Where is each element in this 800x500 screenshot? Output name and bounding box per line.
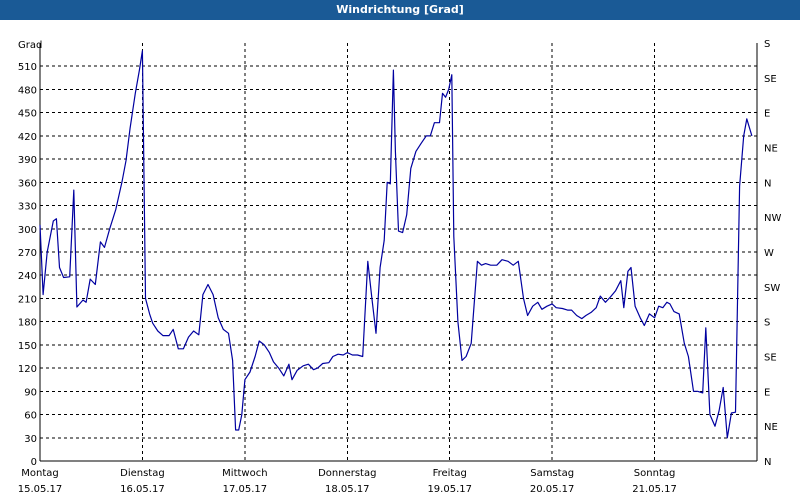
compass-tick-label: NW: [764, 213, 781, 224]
y-tick-label: 0: [31, 457, 37, 468]
y-tick-label: 360: [18, 178, 37, 189]
plot-background: [0, 20, 800, 500]
x-tick-day: Sonntag: [634, 468, 676, 479]
y-tick-label: 180: [18, 318, 37, 329]
compass-tick-label: NE: [764, 144, 778, 155]
y-axis-unit-label: Grad: [18, 40, 42, 51]
x-tick-date: 20.05.17: [530, 484, 575, 495]
compass-tick-label: S: [764, 39, 770, 50]
compass-tick-label: SE: [764, 74, 777, 85]
y-tick-label: 480: [18, 85, 37, 96]
y-tick-label: 300: [18, 225, 37, 236]
wind-direction-chart: 0 30 60 90 120 150 180 210 240 270 300 330 360 390 420…: [0, 20, 800, 500]
y-tick-label: 120: [18, 364, 37, 375]
x-tick-date: 18.05.17: [325, 484, 370, 495]
x-tick-day: Dienstag: [120, 468, 165, 479]
compass-tick-label: E: [764, 387, 770, 398]
x-tick-day: Montag: [21, 468, 58, 479]
compass-tick-label: SE: [764, 353, 777, 364]
y-tick-label: 270: [18, 248, 37, 259]
chart-title: Windrichtung [Grad]: [336, 3, 464, 16]
chart-title-bar: Windrichtung [Grad]: [0, 0, 800, 20]
y-tick-label: 420: [18, 132, 37, 143]
y-tick-label: 30: [24, 434, 37, 445]
y-tick-label: 90: [24, 387, 37, 398]
x-tick-date: 21.05.17: [632, 484, 677, 495]
y-tick-label: 330: [18, 202, 37, 213]
x-tick-day: Mittwoch: [222, 468, 267, 479]
x-tick-date: 19.05.17: [427, 484, 472, 495]
x-tick-date: 16.05.17: [120, 484, 165, 495]
x-tick-date: 15.05.17: [18, 484, 63, 495]
compass-tick-label: S: [764, 318, 770, 329]
y-tick-label: 510: [18, 62, 37, 73]
compass-tick-label: SW: [764, 283, 780, 294]
y-tick-label: 210: [18, 294, 37, 305]
y-tick-label: 450: [18, 109, 37, 120]
x-tick-day: Samstag: [530, 468, 574, 479]
y-tick-label: 150: [18, 341, 37, 352]
x-tick-day: Donnerstag: [318, 468, 376, 479]
compass-tick-label: W: [764, 248, 774, 259]
compass-tick-label: N: [764, 178, 771, 189]
y-tick-label: 240: [18, 271, 37, 282]
compass-tick-label: N: [764, 457, 771, 468]
compass-tick-label: E: [764, 109, 770, 120]
y-tick-label: 60: [24, 411, 37, 422]
x-tick-day: Freitag: [433, 468, 467, 479]
y-tick-label: 390: [18, 155, 37, 166]
compass-tick-label: NE: [764, 422, 778, 433]
x-tick-date: 17.05.17: [223, 484, 268, 495]
